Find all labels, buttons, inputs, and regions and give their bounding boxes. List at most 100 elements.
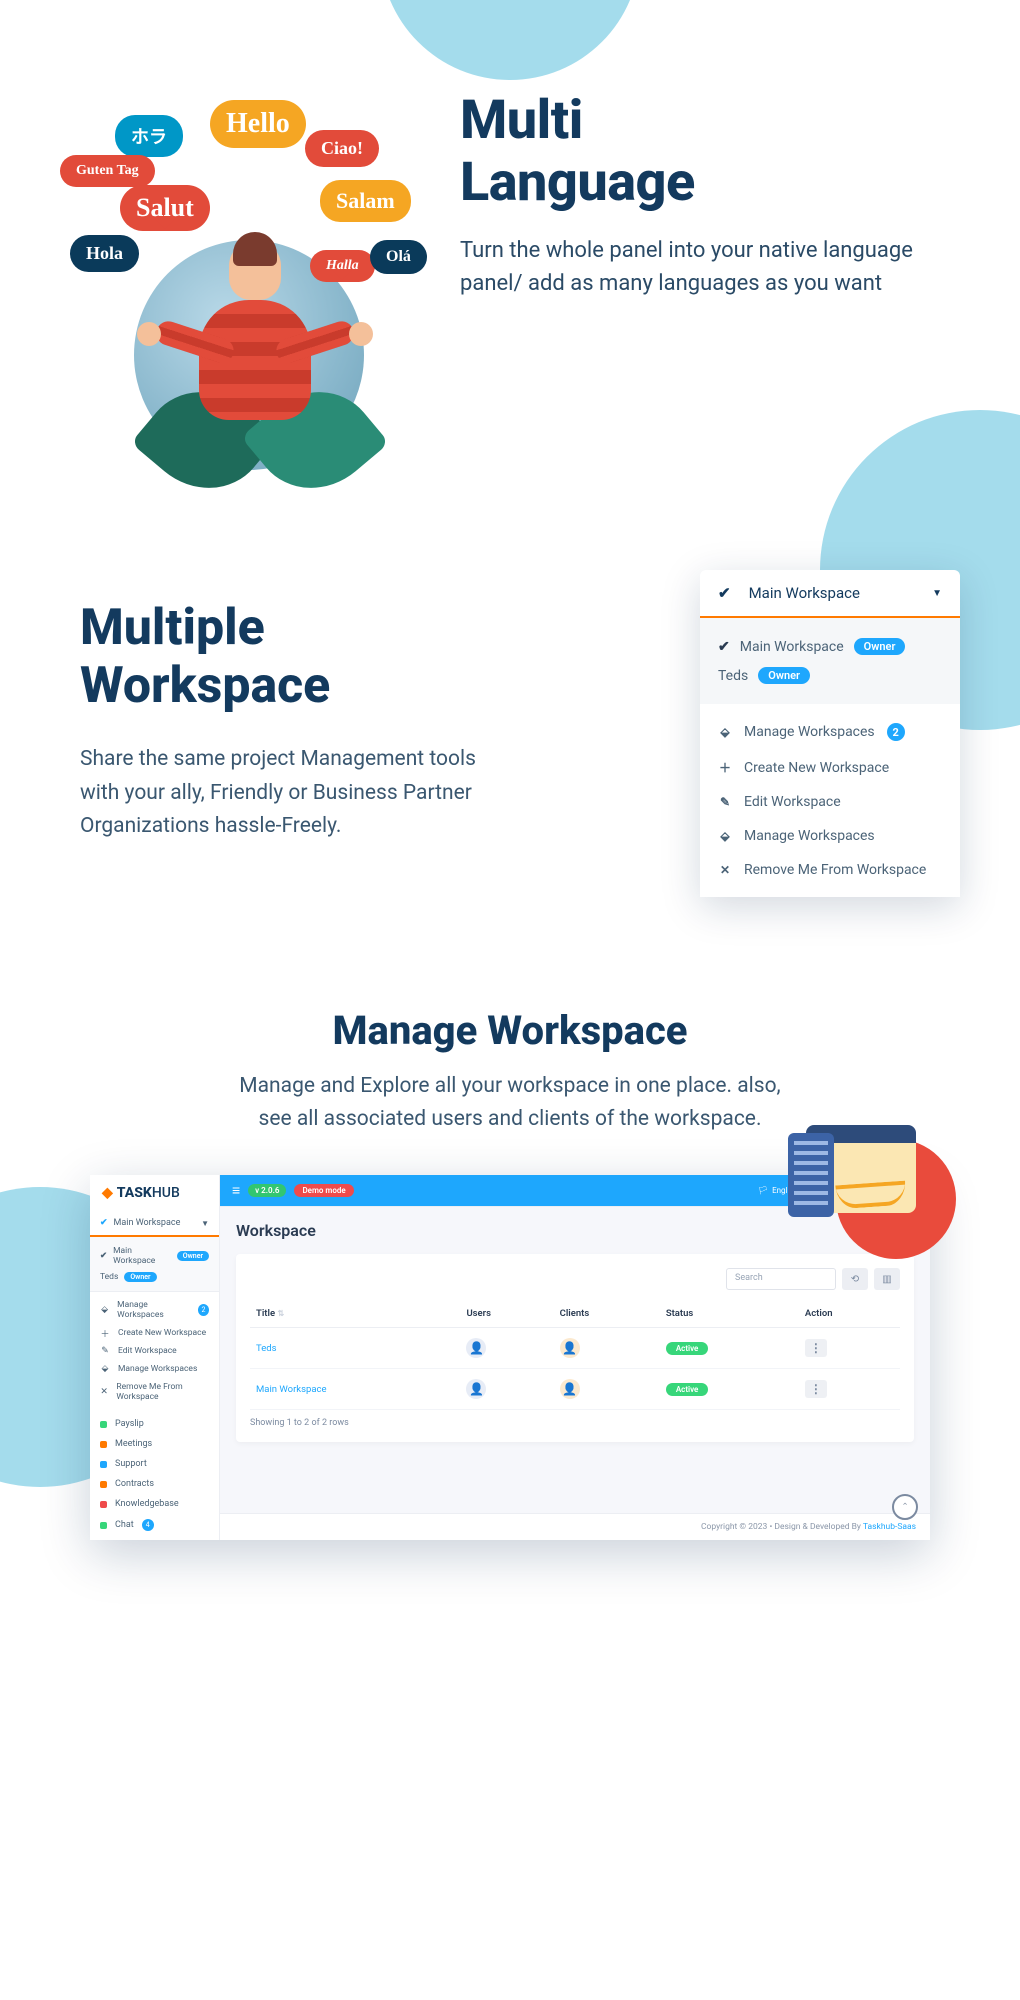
- owner-badge: Owner: [124, 1272, 156, 1282]
- chevron-up-icon: ⌃: [901, 1502, 908, 1512]
- client-avatar-icon: 👤: [560, 1379, 580, 1399]
- logo: ◆ TASKHUB: [90, 1175, 219, 1211]
- multi-language-section: ホラ Hello Ciao! Guten Tag Salut Salam Hol…: [0, 0, 1020, 510]
- dashboard-illustration: [806, 1125, 956, 1255]
- refresh-button[interactable]: ⟲: [842, 1268, 868, 1290]
- nav-dot-icon: [100, 1481, 107, 1488]
- status-badge: Active: [666, 1383, 709, 1396]
- manage-workspaces-item[interactable]: ⬙ Manage Workspaces 2: [90, 1296, 219, 1324]
- chart-icon: ⬙: [100, 1364, 110, 1374]
- manage-workspaces-item[interactable]: ⬙ Manage Workspaces 2: [700, 714, 960, 750]
- speech-bubble: Ciao!: [305, 130, 379, 167]
- nav-label: Meetings: [115, 1439, 152, 1449]
- manage-workspaces-item[interactable]: ⬙ Manage Workspaces: [700, 819, 960, 853]
- table-row: Teds 👤 👤 Active ⋮: [250, 1328, 900, 1369]
- chart-icon: ⬙: [100, 1305, 109, 1315]
- workspace-table: Title ⇅ Users Clients Status Action Teds…: [250, 1300, 900, 1410]
- nav-label: Payslip: [115, 1419, 144, 1429]
- edit-icon: ✎: [100, 1346, 110, 1356]
- nav-meetings[interactable]: Meetings: [90, 1434, 219, 1454]
- user-avatar-icon: 👤: [466, 1379, 486, 1399]
- search-input[interactable]: Search: [726, 1268, 836, 1290]
- status-badge: Active: [666, 1342, 709, 1355]
- menu-label: Manage Workspaces: [117, 1300, 190, 1320]
- check-icon: ✔: [718, 639, 730, 655]
- workspace-option[interactable]: Teds Owner: [100, 1269, 209, 1285]
- demo-badge: Demo mode: [294, 1184, 353, 1197]
- client-avatar-icon: 👤: [560, 1338, 580, 1358]
- workspace-label: Main Workspace: [114, 1218, 181, 1228]
- manage-workspaces-item[interactable]: ⬙ Manage Workspaces: [90, 1360, 219, 1378]
- nav-support[interactable]: Support: [90, 1454, 219, 1474]
- create-workspace-item[interactable]: ＋ Create New Workspace: [700, 750, 960, 785]
- nav-dot-icon: [100, 1461, 107, 1468]
- menu-label: Edit Workspace: [744, 794, 841, 810]
- scroll-top-button[interactable]: ⌃: [892, 1494, 918, 1520]
- workspace-link[interactable]: Main Workspace: [256, 1384, 327, 1395]
- caret-down-icon: ▼: [201, 1219, 209, 1228]
- menu-label: Edit Workspace: [118, 1346, 177, 1356]
- nav-dot-icon: [100, 1501, 107, 1508]
- version-badge: v 2.0.6: [248, 1184, 286, 1197]
- section-description: Share the same project Management tools …: [80, 743, 480, 844]
- nav-label: Contracts: [115, 1479, 154, 1489]
- check-icon: ✔: [100, 1251, 107, 1261]
- section-heading: MultiLanguage: [460, 90, 960, 214]
- edit-workspace-item[interactable]: ✎ Edit Workspace: [700, 785, 960, 819]
- columns-button[interactable]: ▥: [874, 1268, 900, 1290]
- check-icon: ✔: [100, 1218, 108, 1228]
- speech-bubble: Olá: [370, 240, 427, 274]
- workspace-option[interactable]: ✔ Main Workspace Owner: [100, 1243, 209, 1269]
- app-screenshot: ◆ TASKHUB ✔ Main Workspace ▼ ✔ Main Work…: [90, 1175, 930, 1540]
- close-icon: ✕: [718, 863, 732, 877]
- nav-knowledgebase[interactable]: Knowledgebase: [90, 1494, 219, 1514]
- row-action-button[interactable]: ⋮: [805, 1380, 827, 1398]
- workspace-dropdown-header[interactable]: ✔ Main Workspace ▼: [700, 570, 960, 618]
- workspace-link[interactable]: Teds: [256, 1343, 277, 1354]
- row-action-button[interactable]: ⋮: [805, 1339, 827, 1357]
- menu-label: Manage Workspaces: [744, 724, 875, 740]
- table-summary: Showing 1 to 2 of 2 rows: [250, 1418, 900, 1428]
- col-clients: Clients: [554, 1300, 660, 1328]
- edit-workspace-item[interactable]: ✎ Edit Workspace: [90, 1342, 219, 1360]
- manage-workspace-section: Manage Workspace Manage and Explore all …: [0, 957, 1020, 1600]
- speech-bubble: ホラ: [115, 115, 183, 157]
- multilanguage-illustration: ホラ Hello Ciao! Guten Tag Salut Salam Hol…: [60, 90, 420, 470]
- workspace-label: Teds: [718, 668, 748, 684]
- count-badge: 4: [142, 1519, 154, 1531]
- nav-chat[interactable]: Chat4: [90, 1514, 219, 1536]
- menu-label: Create New Workspace: [744, 760, 889, 776]
- col-title[interactable]: Title ⇅: [250, 1300, 460, 1328]
- hamburger-icon[interactable]: ≡: [232, 1182, 240, 1199]
- create-workspace-item[interactable]: ＋ Create New Workspace: [90, 1324, 219, 1342]
- nav-dot-icon: [100, 1421, 107, 1428]
- section-heading: MultipleWorkspace: [80, 600, 480, 715]
- edit-icon: ✎: [718, 795, 732, 809]
- workspace-label: Main Workspace: [113, 1246, 171, 1266]
- col-action: Action: [799, 1300, 900, 1328]
- footer-copyright: Copyright © 2023: [701, 1522, 767, 1532]
- nav-label: Support: [115, 1459, 147, 1469]
- nav-dot-icon: [100, 1441, 107, 1448]
- remove-workspace-item[interactable]: ✕ Remove Me From Workspace: [90, 1378, 219, 1406]
- section-description: Manage and Explore all your workspace in…: [230, 1070, 790, 1135]
- caret-down-icon: ▼: [932, 588, 942, 599]
- nav-payslip[interactable]: Payslip: [90, 1414, 219, 1434]
- plus-icon: ＋: [100, 1328, 110, 1338]
- nav-dot-icon: [100, 1522, 107, 1529]
- table-row: Main Workspace 👤 👤 Active ⋮: [250, 1369, 900, 1410]
- footer: ⌃ Copyright © 2023 • Design & Developed …: [220, 1513, 930, 1540]
- owner-badge: Owner: [758, 667, 810, 684]
- count-badge: 2: [198, 1304, 209, 1316]
- nav-contracts[interactable]: Contracts: [90, 1474, 219, 1494]
- nav-label: Knowledgebase: [115, 1499, 179, 1509]
- owner-badge: Owner: [177, 1251, 209, 1261]
- workspace-dropdown: ✔ Main Workspace ▼ ✔ Main Workspace Owne…: [700, 570, 960, 897]
- remove-workspace-item[interactable]: ✕ Remove Me From Workspace: [700, 853, 960, 887]
- footer-link[interactable]: Taskhub-Saas: [863, 1522, 916, 1532]
- workspace-option[interactable]: ✔ Main Workspace Owner: [718, 632, 942, 661]
- sidebar-workspace-selector[interactable]: ✔ Main Workspace ▼: [90, 1211, 219, 1237]
- speech-bubble: Halla: [310, 250, 375, 282]
- workspace-option[interactable]: Teds Owner: [718, 661, 942, 690]
- speech-bubble: Hola: [70, 235, 139, 272]
